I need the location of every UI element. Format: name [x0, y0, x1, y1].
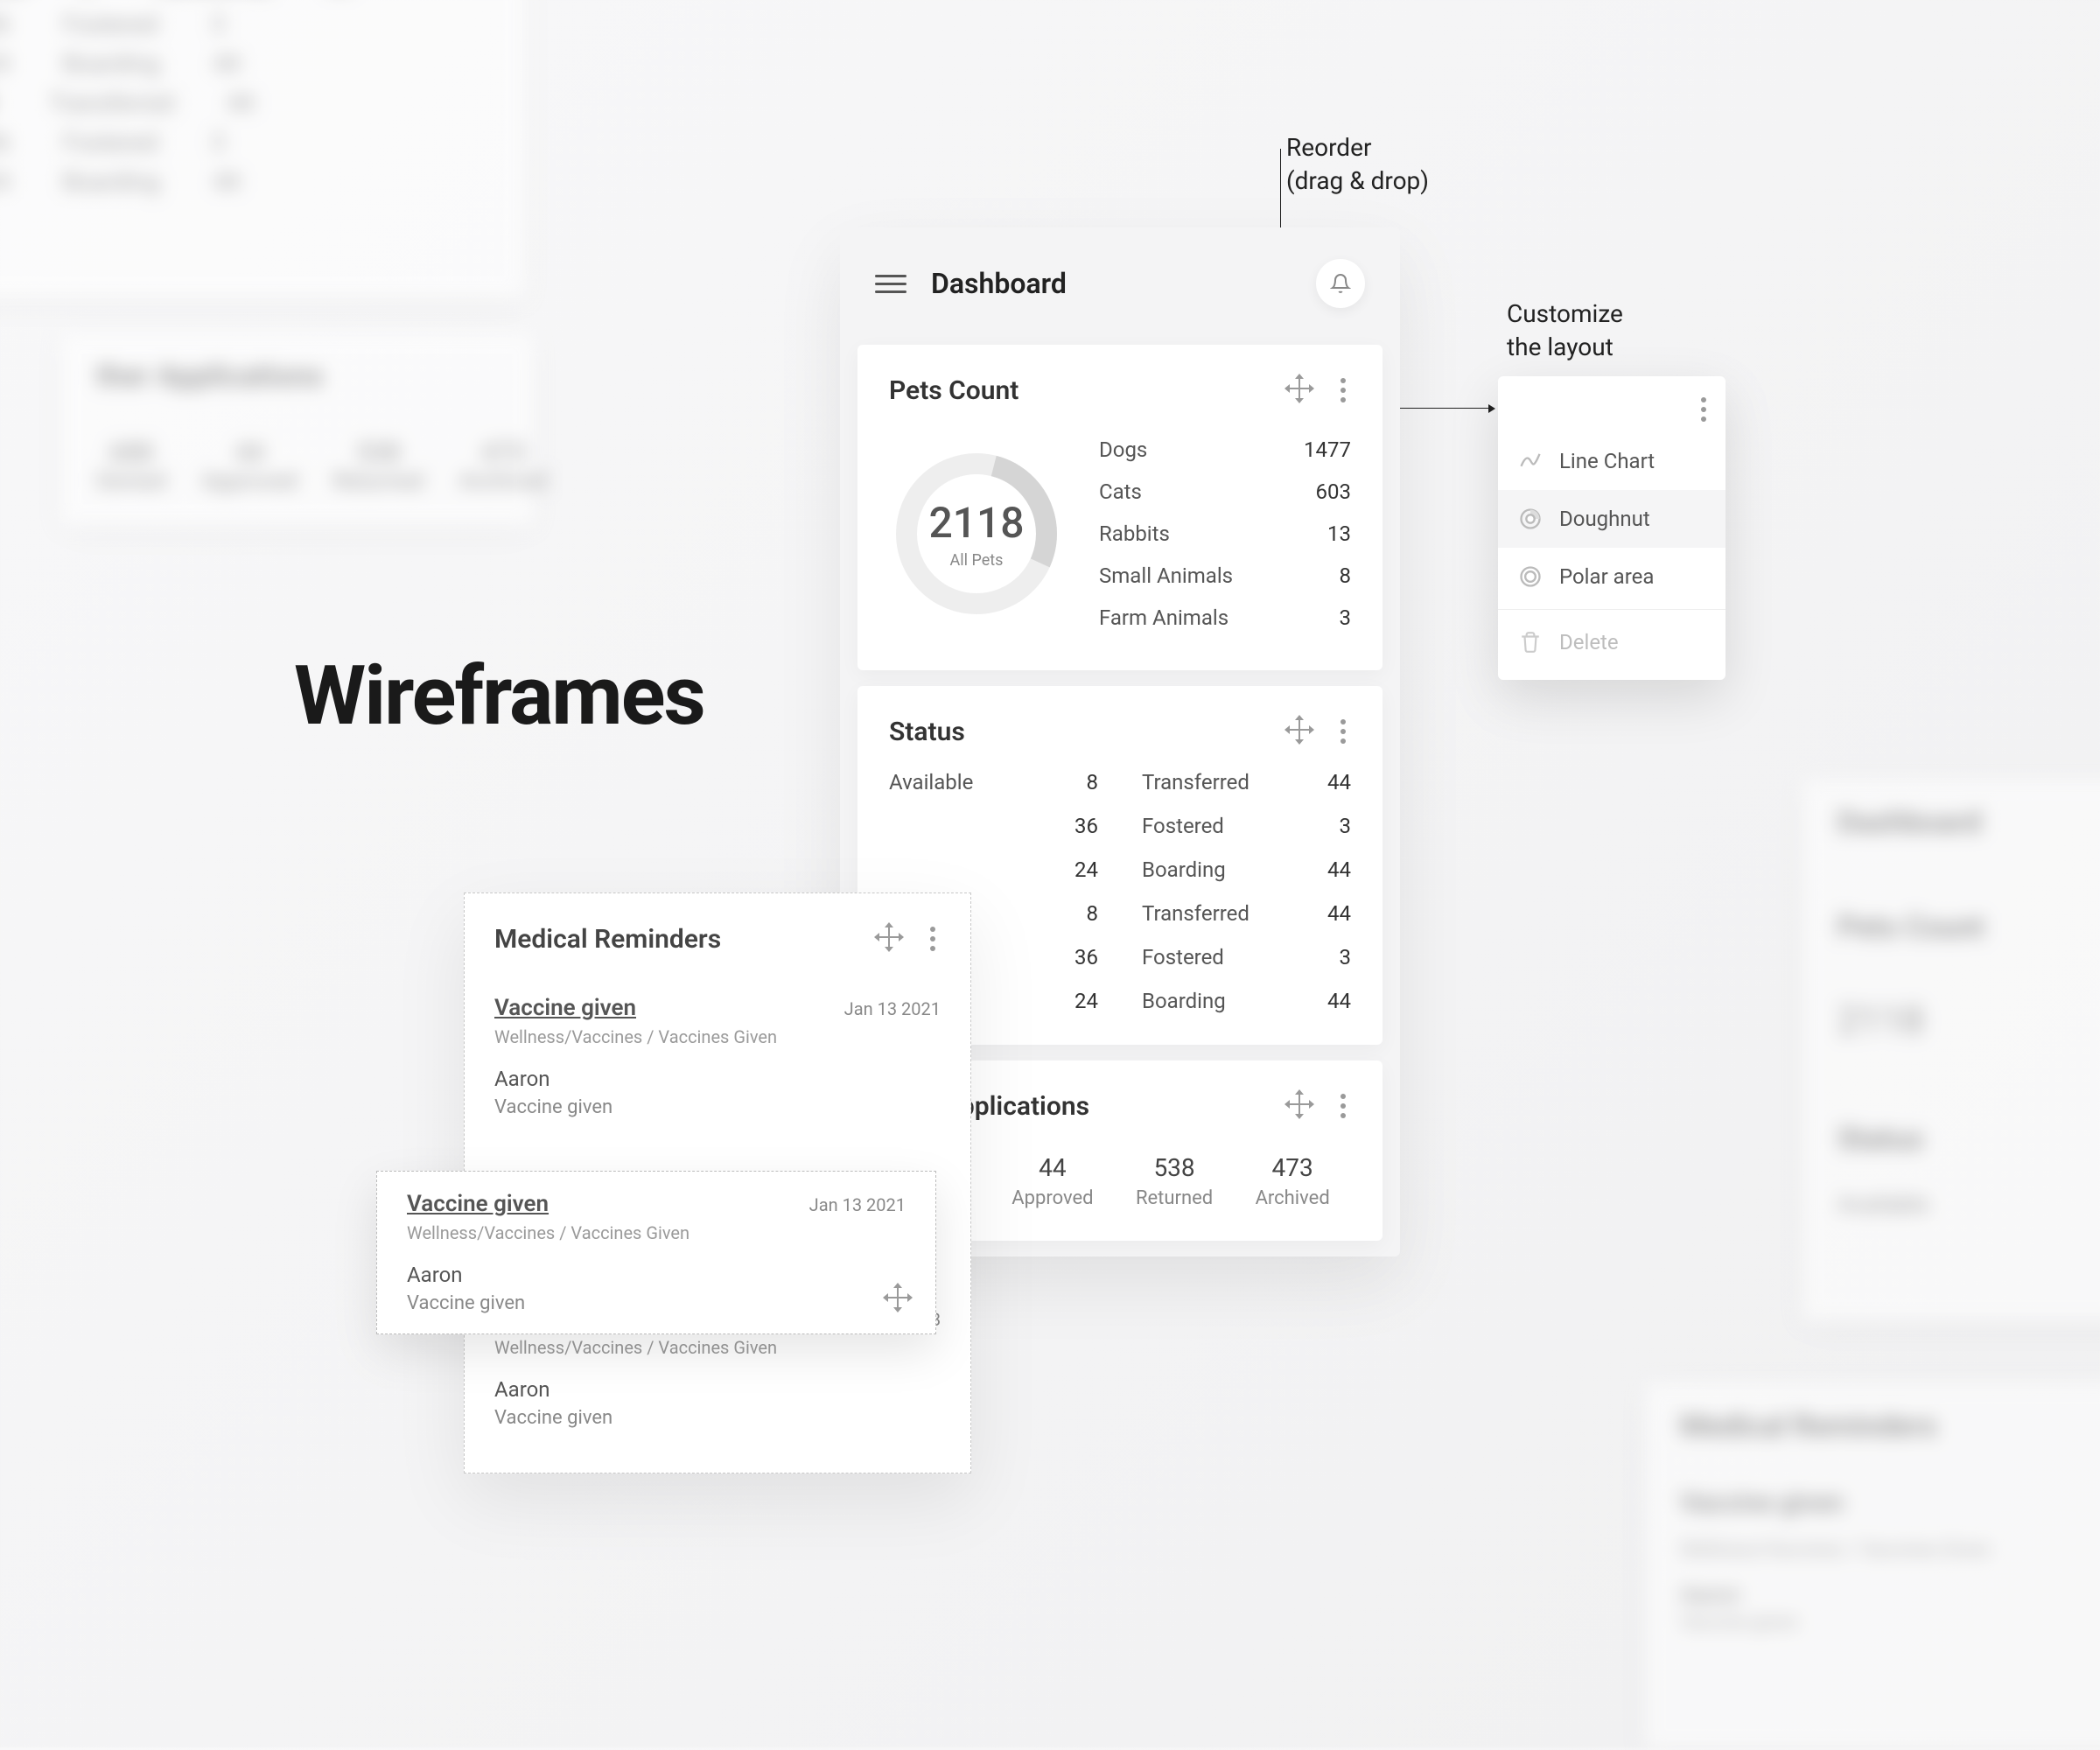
card-menu-button[interactable]	[1335, 373, 1351, 408]
dashboard-header: Dashboard	[840, 228, 1400, 329]
reminder-action: Vaccine given	[494, 1096, 941, 1118]
divider	[1498, 609, 1726, 610]
menu-item-label: Doughnut	[1559, 507, 1650, 531]
line-chart-icon	[1517, 448, 1544, 474]
reminder-action: Vaccine given	[407, 1292, 906, 1314]
ghost-status-panel: Available8Transferred44 36Fostered3 24Bo…	[0, 0, 525, 298]
drag-handle[interactable]	[886, 1286, 909, 1312]
drag-handle[interactable]	[1288, 718, 1311, 745]
polar-icon	[1517, 564, 1544, 590]
menu-item-doughnut[interactable]: Doughnut	[1498, 490, 1726, 548]
drag-handle[interactable]	[1288, 377, 1311, 403]
page-title: Wireframes	[294, 648, 704, 744]
move-icon	[886, 1286, 909, 1309]
pets-breakdown-list: Dogs1477 Cats603 Rabbits13 Small Animals…	[1099, 429, 1351, 639]
card-title: Status	[889, 717, 965, 747]
customize-menu: Line Chart Doughnut Polar area Delete	[1498, 376, 1726, 680]
move-icon	[1288, 377, 1311, 400]
list-item: Farm Animals3	[1099, 597, 1351, 639]
move-icon	[1288, 1093, 1311, 1116]
reminder-title[interactable]: Vaccine given	[494, 995, 636, 1021]
pets-total-label: All Pets	[950, 551, 1004, 570]
menu-item-polar-area[interactable]: Polar area	[1498, 548, 1726, 606]
drag-handle[interactable]	[1288, 1093, 1311, 1119]
list-item: Small Animals8	[1099, 555, 1351, 597]
card-menu-button[interactable]	[1335, 1088, 1351, 1124]
card-menu-button[interactable]	[925, 921, 941, 956]
menu-icon[interactable]	[875, 275, 906, 293]
list-item: Cats603	[1099, 471, 1351, 513]
drag-handle[interactable]	[878, 926, 900, 952]
reminder-date: Jan 13 2021	[844, 998, 941, 1019]
reminder-action: Vaccine given	[494, 1407, 941, 1429]
card-title: Pets Count	[889, 375, 1018, 406]
list-item: Rabbits13	[1099, 513, 1351, 555]
pets-count-card: Pets Count 2118 All Pets Dogs1477 Cats60…	[858, 345, 1382, 670]
doughnut-icon	[1517, 506, 1544, 532]
menu-item-delete[interactable]: Delete	[1498, 613, 1726, 671]
popover-menu-button[interactable]	[1696, 392, 1712, 427]
pets-total: 2118	[928, 498, 1024, 548]
notifications-button[interactable]	[1316, 259, 1365, 308]
move-icon	[1288, 718, 1311, 741]
reminder-title[interactable]: Vaccine given	[407, 1191, 549, 1217]
reminder-subtitle: Wellness/Vaccines / Vaccines Given	[494, 1337, 941, 1358]
reminder-who: Aaron	[494, 1377, 941, 1402]
ghost-applications-panel: ther Applications 688Denied 44Approved 5…	[61, 332, 534, 525]
menu-item-label: Line Chart	[1559, 449, 1655, 473]
card-title: Medical Reminders	[494, 924, 721, 955]
pets-donut-chart: 2118 All Pets	[889, 446, 1064, 621]
bell-icon	[1330, 273, 1351, 294]
annotation-reorder: Reorder (drag & drop)	[1286, 131, 1429, 198]
reminder-date: Jan 13 2021	[809, 1194, 906, 1215]
ghost-reminders-panel: Medical Reminders Vaccine given Wellness…	[1645, 1382, 2100, 1750]
reminder-who: Aaron	[407, 1263, 906, 1287]
status-label: Available	[889, 770, 1011, 794]
ghost-dashboard-panel: Dashboard Pets Count 2118 Status Availab…	[1802, 779, 2100, 1321]
list-item: Dogs1477	[1099, 429, 1351, 471]
move-icon	[878, 926, 900, 948]
stat-archived: 473Archived	[1256, 1153, 1330, 1209]
dashboard-title: Dashboard	[931, 267, 1067, 300]
annotation-customize: Customize the layout	[1507, 298, 1623, 364]
menu-item-label: Polar area	[1559, 564, 1654, 589]
trash-icon	[1517, 629, 1544, 655]
menu-item-line-chart[interactable]: Line Chart	[1498, 432, 1726, 490]
reminder-subtitle: Wellness/Vaccines / Vaccines Given	[407, 1222, 906, 1243]
reminder-who: Aaron	[494, 1067, 941, 1091]
reminder-item[interactable]: Vaccine given Jan 13 2021 Wellness/Vaccin…	[465, 976, 970, 1138]
stat-approved: 44Approved	[1012, 1153, 1093, 1209]
menu-item-label: Delete	[1559, 630, 1619, 654]
reminder-item-dragging[interactable]: Vaccine given Jan 13 2021 Wellness/Vaccin…	[376, 1171, 936, 1334]
reminder-subtitle: Wellness/Vaccines / Vaccines Given	[494, 1026, 941, 1047]
stat-returned: 538Returned	[1136, 1153, 1213, 1209]
card-menu-button[interactable]	[1335, 714, 1351, 749]
